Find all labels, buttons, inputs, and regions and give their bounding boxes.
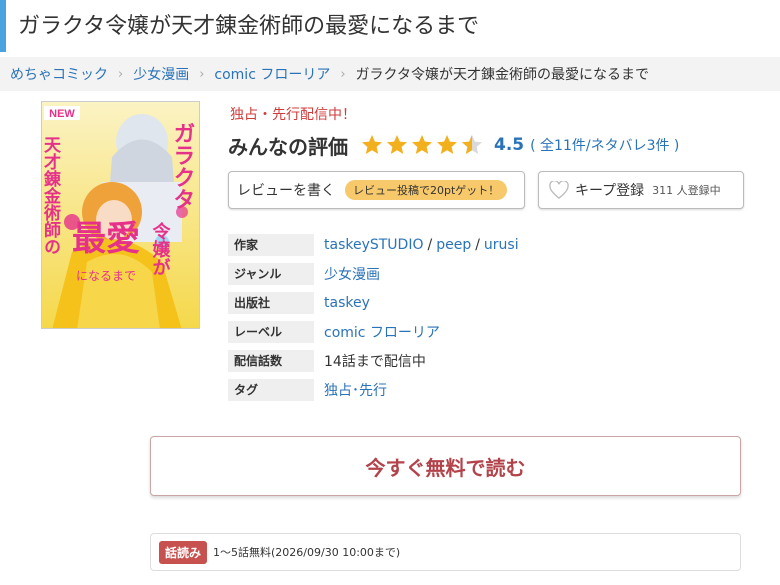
info-table: 作家 taskeySTUDIO / peep / urusi ジャンル 少女漫画 出版社…: [228, 230, 519, 404]
breadcrumb-home[interactable]: めちゃコミック: [10, 64, 108, 84]
genre-link[interactable]: 少女漫画: [324, 264, 380, 284]
cover-image[interactable]: NEW 天才錬金術師の ガラクタ 令嬢が 最愛 になるまで: [41, 101, 200, 329]
star-full-icon: [412, 135, 432, 154]
cover-illustration: NEW 天才錬金術師の ガラクタ 令嬢が 最愛 になるまで: [42, 102, 199, 328]
chevron-right-icon: ›: [118, 66, 124, 82]
breadcrumb-label[interactable]: comic フローリア: [214, 64, 330, 84]
author-link[interactable]: peep: [436, 237, 471, 253]
rating-title: みんなの評価: [228, 134, 348, 159]
info-row-genre: ジャンル 少女漫画: [228, 259, 519, 288]
episodes-value: 14話まで配信中: [324, 353, 426, 370]
chevron-right-icon: ›: [340, 66, 346, 82]
info-key-genre: ジャンル: [228, 262, 314, 285]
star-full-icon: [362, 135, 382, 154]
review-points-pill: レビュー投稿で20ptゲット！: [345, 180, 508, 200]
heart-icon: [549, 181, 569, 199]
breadcrumb-current: ガラクタ令嬢が天才錬金術師の最愛になるまで: [355, 67, 649, 83]
page-title-bar: ガラクタ令嬢が天才錬金術師の最愛になるまで: [0, 0, 780, 52]
author-link[interactable]: taskeySTUDIO: [324, 237, 423, 253]
star-full-icon: [437, 135, 457, 154]
chevron-right-icon: ›: [199, 66, 205, 82]
svg-text:ガラクタ: ガラクタ: [170, 122, 195, 210]
info-key-author: 作家: [228, 233, 314, 256]
exclusive-label: 独占・先行配信中！: [230, 107, 356, 123]
write-review-label: レビューを書く: [237, 183, 335, 199]
info-key-publisher: 出版社: [228, 291, 314, 314]
info-key-tag: タグ: [228, 378, 314, 401]
svg-text:最愛: 最愛: [72, 219, 140, 259]
read-now-free-button[interactable]: 今すぐ無料で読む: [150, 436, 741, 496]
author-link[interactable]: urusi: [484, 237, 519, 253]
free-read-tag: 話読み: [159, 540, 208, 564]
info-row-author: 作家 taskeySTUDIO / peep / urusi: [228, 230, 519, 259]
label-link[interactable]: comic フローリア: [324, 322, 440, 342]
free-episodes-box: 話読み 1～5話無料(2026/09/30 10:00まで): [150, 533, 741, 571]
tag-link[interactable]: 独占･先行: [324, 380, 387, 400]
breadcrumb-genre[interactable]: 少女漫画: [133, 64, 189, 84]
star-full-icon: [387, 135, 407, 154]
keep-count: 311 人登録中: [652, 184, 721, 197]
write-review-button[interactable]: レビューを書く レビュー投稿で20ptゲット！: [228, 171, 525, 209]
rating-row: みんなの評価 4.5 ( 全11件/ネタバレ3件 ): [228, 130, 679, 160]
keep-label: キープ登録: [575, 183, 645, 199]
info-row-tag: タグ 独占･先行: [228, 375, 519, 404]
rating-count-link[interactable]: ( 全11件/ネタバレ3件 ): [530, 135, 679, 155]
info-row-publisher: 出版社 taskey: [228, 288, 519, 317]
info-row-episodes: 配信話数 14話まで配信中: [228, 346, 519, 375]
info-key-label: レーベル: [228, 320, 314, 343]
rating-stars: [360, 133, 484, 157]
svg-text:天才錬金術師の: 天才錬金術師の: [42, 136, 62, 255]
svg-text:令嬢が: 令嬢が: [150, 221, 172, 276]
info-key-episodes: 配信話数: [228, 349, 314, 372]
breadcrumb: めちゃコミック › 少女漫画 › comic フローリア › ガラクタ令嬢が天才…: [0, 57, 780, 91]
rating-value: 4.5: [494, 135, 525, 155]
cover-new-badge: NEW: [49, 108, 75, 120]
svg-text:になるまで: になるまで: [76, 269, 136, 283]
keep-button[interactable]: キープ登録 311 人登録中: [538, 171, 744, 209]
page-title: ガラクタ令嬢が天才錬金術師の最愛になるまで: [18, 14, 480, 39]
info-row-label: レーベル comic フローリア: [228, 317, 519, 346]
info-val-authors: taskeySTUDIO / peep / urusi: [324, 236, 519, 253]
publisher-link[interactable]: taskey: [324, 295, 370, 311]
star-half-icon: [462, 135, 482, 154]
free-episodes-text: 1～5話無料(2026/09/30 10:00まで): [213, 546, 401, 559]
